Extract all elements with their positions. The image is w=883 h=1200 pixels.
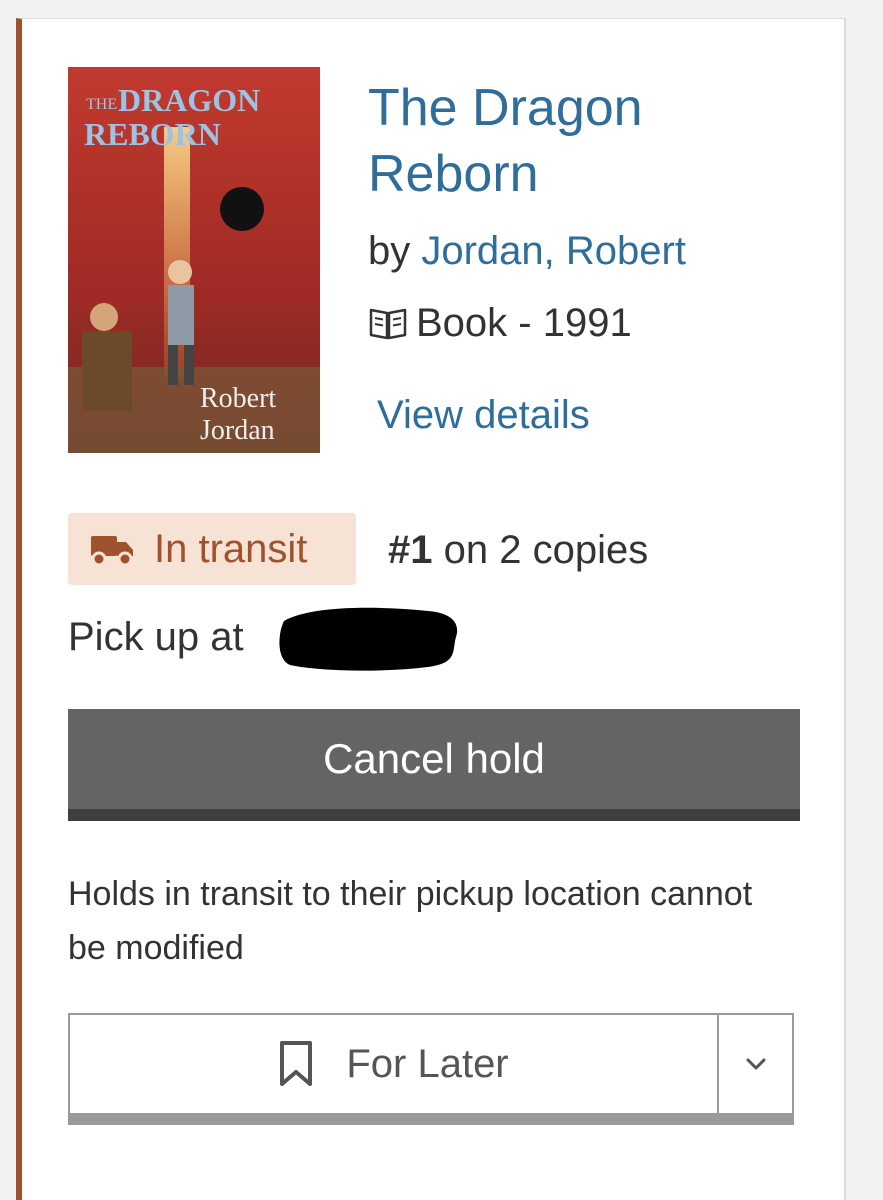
truck-icon [91,536,133,566]
cover-title-prefix: THE [86,96,117,113]
format-info: Book - 1991 [368,297,632,349]
hold-card: THE DRAGON REBORN Robert Jordan The Drag… [16,18,846,1200]
author-link[interactable]: Jordan, Robert [421,229,686,273]
byline: by Jordan, Robert [368,225,686,277]
bookmark-icon [280,1041,313,1086]
status-badge: In transit [68,513,356,585]
pickup-prefix: Pick up at [68,615,244,659]
redaction-mark [279,607,458,671]
pickup-location: Pick up at [68,611,244,663]
queue-rank: #1 [388,528,433,572]
hold-note: Holds in transit to their pickup locatio… [68,875,753,967]
shelf-button-group: For Later [68,1013,794,1125]
book-cover-image[interactable]: THE DRAGON REBORN Robert Jordan [68,67,320,453]
shelf-dropdown-toggle[interactable] [719,1013,794,1125]
cover-author-line2: Jordan [200,415,275,446]
format-text: Book - 1991 [416,301,632,345]
cover-title-line1: DRAGON [118,82,260,118]
view-details-link[interactable]: View details [377,389,590,441]
cover-title-line2: REBORN [84,116,221,152]
chevron-down-icon [746,1058,765,1070]
queue-position: #1 on 2 copies [388,525,648,575]
cover-art: THE DRAGON REBORN Robert Jordan [68,67,320,453]
for-later-button[interactable]: For Later [68,1013,719,1125]
cover-author-line1: Robert [200,383,276,414]
for-later-label: For Later [346,1041,509,1086]
cancel-hold-button[interactable]: Cancel hold [68,709,800,821]
status-text: In transit [154,526,308,571]
by-prefix: by [368,229,422,273]
book-title-link[interactable]: The Dragon Reborn [368,75,808,207]
book-icon [369,308,407,340]
queue-text: on 2 copies [432,528,649,572]
